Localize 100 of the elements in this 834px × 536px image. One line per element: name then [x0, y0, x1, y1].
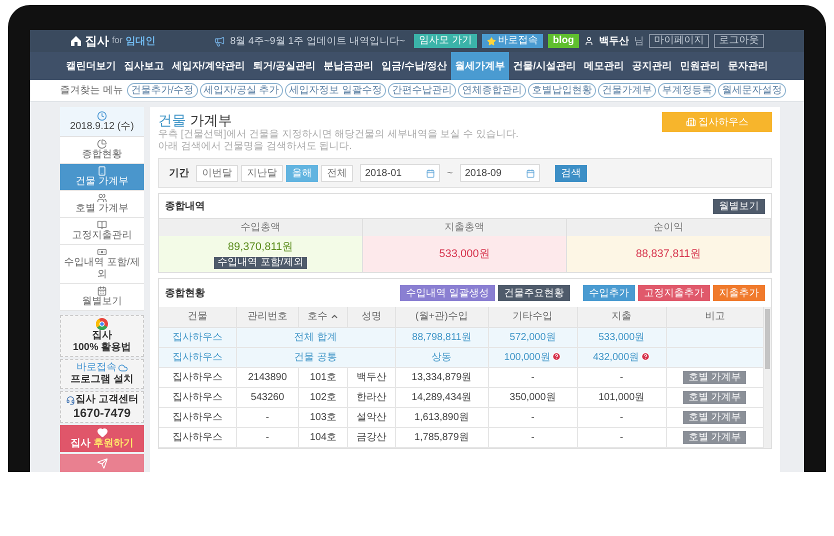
building-icon — [686, 117, 696, 127]
favorite-pill[interactable]: 월세문자설정 — [718, 83, 786, 98]
calendar-icon — [526, 168, 535, 178]
column-header[interactable]: (월+관)수입 — [395, 307, 488, 327]
action-button[interactable]: 고정지출추가 — [638, 285, 710, 301]
table-cell: - — [488, 407, 578, 427]
section-title: 종합내역 — [165, 200, 205, 214]
period-label: 기간 — [169, 166, 189, 180]
unit-ledger-button[interactable]: 호별 가계부 — [683, 390, 746, 404]
sidebar-item[interactable]: 건물 가계부 — [60, 164, 144, 191]
table-cell: 집사하우스 — [159, 387, 236, 407]
end-date-field[interactable]: 2018-09 — [460, 164, 540, 182]
table-cell: 102호 — [298, 387, 348, 407]
user-name: 백두산 — [599, 34, 629, 48]
table-cell: - — [488, 427, 578, 447]
quick-link[interactable]: 임사모 가기 — [414, 34, 477, 48]
favorite-pill[interactable]: 부계정등록 — [658, 83, 716, 98]
install-link[interactable]: 바로접속 프로그램 설치 — [60, 359, 144, 389]
table-cell: 14,289,434원 — [395, 387, 488, 407]
nav-tab[interactable]: 분납금관리 — [320, 52, 378, 80]
period-option[interactable]: 이번달 — [196, 164, 238, 182]
summary-amount: 533,000원 — [439, 246, 490, 262]
nav-tab[interactable]: 입금/수납/정산 — [378, 52, 452, 80]
table-cell: 설악산 — [348, 407, 396, 427]
support-link[interactable]: 집사 고객센터 1670-7479 — [60, 391, 144, 423]
column-header[interactable]: 기타수입 — [488, 307, 578, 327]
nav-tab[interactable]: 건물/시설관리 — [509, 52, 580, 80]
table-cell: 한라산 — [348, 387, 396, 407]
column-header[interactable]: 비고 — [666, 307, 764, 327]
help-icon — [552, 352, 562, 362]
favorite-pill[interactable]: 연체종합관리 — [458, 83, 526, 98]
table-cell: - — [577, 427, 666, 447]
help-icon — [641, 352, 650, 362]
column-header[interactable]: 호수 — [298, 307, 348, 327]
favorite-pill[interactable]: 건물가계부 — [598, 83, 656, 98]
table-cell: 104호 — [298, 427, 348, 447]
monthly-view-button[interactable]: 월별보기 — [713, 198, 765, 214]
recommend-link[interactable] — [60, 454, 144, 472]
favorite-pill[interactable]: 호별납입현황 — [528, 83, 596, 98]
user-icon — [584, 36, 594, 46]
nav-tab[interactable]: 메모관리 — [580, 52, 628, 80]
table-cell: 집사하우스 — [159, 367, 236, 387]
action-button[interactable]: 건물주요현황 — [498, 285, 570, 301]
table-cell: 집사하우스 — [159, 327, 236, 347]
table-cell: - — [488, 367, 578, 387]
people-icon — [97, 193, 107, 203]
column-header[interactable]: 성명 — [348, 307, 396, 327]
period-option[interactable]: 지난달 — [241, 164, 283, 182]
start-date-field[interactable]: 2018-01 — [360, 164, 440, 182]
sidebar-item[interactable]: 월별보기 — [60, 284, 144, 311]
action-button[interactable]: 수입내역 일괄생성 — [400, 285, 495, 301]
table-cell: 13,334,879원 — [395, 367, 488, 387]
unit-ledger-button[interactable]: 호별 가계부 — [683, 410, 746, 424]
table-cell: 533,000원 — [577, 327, 666, 347]
page-description: 아래 검색에서 건물명을 검색하셔도 됩니다. — [158, 141, 353, 153]
round-logo-icon — [96, 318, 108, 330]
favorite-pill[interactable]: 세입자정보 일괄수정 — [285, 83, 386, 98]
sidebar-item[interactable]: 호별 가계부 — [60, 191, 144, 218]
favorite-pill[interactable]: 간편수납관리 — [388, 83, 456, 98]
table-cell: 백두산 — [348, 367, 396, 387]
nav-tab[interactable]: 공지관리 — [628, 52, 676, 80]
nav-tab[interactable]: 세입자/계약관리 — [168, 52, 249, 80]
table-cell: 572,000원 — [488, 327, 578, 347]
account-link[interactable]: 로그아웃 — [714, 34, 764, 48]
guide-link[interactable]: 집사 100% 활용법 — [60, 315, 144, 357]
action-button[interactable]: 지출추가 — [713, 285, 765, 301]
nav-tab[interactable]: 민원관리 — [676, 52, 724, 80]
quick-link[interactable]: 바로접속 — [482, 34, 543, 48]
calendar-icon — [426, 168, 435, 178]
sidebar-item[interactable]: 고정지출관리 — [60, 218, 144, 245]
nav-tab[interactable]: 캘린더보기 — [62, 52, 120, 80]
period-option[interactable]: 전체 — [321, 164, 353, 182]
column-header[interactable]: 관리번호 — [236, 307, 299, 327]
summary-header-cell: 지출총액 — [363, 219, 567, 236]
action-button[interactable]: 수입추가 — [583, 285, 635, 301]
page-title: 건물 가계부 — [158, 112, 233, 129]
table-cell: 350,000원 — [488, 387, 578, 407]
column-header[interactable]: 지출 — [577, 307, 666, 327]
sidebar-item[interactable]: 수입내역 포함/제외 — [60, 245, 144, 284]
unit-ledger-button[interactable]: 호별 가계부 — [683, 370, 746, 384]
account-link[interactable]: 마이페이지 — [649, 34, 709, 48]
donate-link[interactable]: 집사 후원하기 — [60, 425, 144, 452]
update-notice[interactable]: 8월 4주~9월 1주 업데이트 내역입니다~ — [230, 34, 406, 48]
table-cell: 집사하우스 — [159, 347, 236, 367]
favorite-pill[interactable]: 세입자/공실 추가 — [200, 83, 284, 98]
favorite-pill[interactable]: 건물추가/수정 — [126, 83, 198, 98]
pie-chart-icon — [97, 139, 107, 149]
nav-tab[interactable]: 문자관리 — [724, 52, 772, 80]
column-header[interactable]: 건물 — [159, 307, 236, 327]
favorites-label: 즐겨찾는 메뉴 — [60, 84, 123, 98]
house-logo-icon — [70, 35, 82, 47]
table-cell: - — [577, 367, 666, 387]
nav-tab[interactable]: 월세가계부 — [451, 52, 510, 80]
nav-tab[interactable]: 집사보고 — [120, 52, 168, 80]
search-button[interactable]: 검색 — [554, 164, 587, 182]
nav-tab[interactable]: 퇴거/공실관리 — [248, 52, 320, 80]
page-description: 우측 [건물선택]에서 건물을 지정하시면 해당건물의 세부내역을 보실 수 있습니다. — [158, 129, 519, 141]
income-toggle-button[interactable]: 수입내역 포함/제외 — [214, 257, 308, 270]
date-text: 2018.9.12 (수) — [70, 120, 134, 132]
unit-ledger-button[interactable]: 호별 가계부 — [683, 430, 746, 444]
